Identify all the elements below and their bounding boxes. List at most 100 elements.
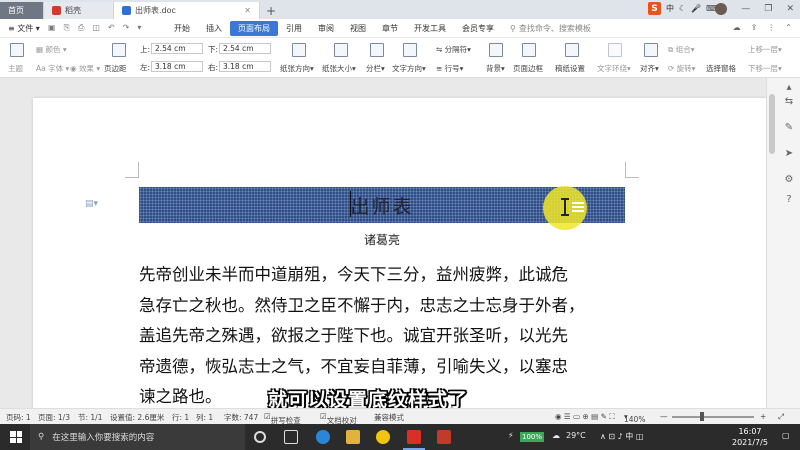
bottom-margin-input[interactable]: 2.54 cm (219, 43, 271, 54)
text-direction-button[interactable]: 文字方向▾ (392, 63, 426, 74)
paper-size-icon[interactable] (334, 43, 348, 57)
wps-icon[interactable] (407, 430, 421, 444)
moon-icon[interactable]: ☾ (679, 4, 686, 13)
vertical-scrollbar[interactable] (769, 94, 775, 154)
selection-pane-button[interactable]: 选择窗格 (706, 63, 736, 74)
status-col[interactable]: 列: 1 (196, 412, 213, 423)
theme-icon[interactable] (10, 43, 24, 57)
edge-icon[interactable] (316, 430, 330, 444)
minimize-icon[interactable]: — (741, 4, 750, 14)
taskbar-clock[interactable]: 16:07 2021/7/5 (732, 426, 768, 448)
send-backward-button[interactable]: 下移一层▾ (748, 63, 782, 74)
bring-forward-button[interactable]: 上移一层▾ (748, 44, 782, 55)
taskbar-search[interactable]: ⚲ 在这里输入你要搜索的内容 (30, 424, 245, 450)
group-button[interactable]: ⧉ 组合▾ (668, 44, 695, 55)
notifications-icon[interactable]: ▢ (782, 431, 790, 440)
effects-button[interactable]: ◉ 效果 ▾ (70, 63, 100, 74)
zoom-level[interactable]: 140% ▾ (624, 412, 645, 424)
menu-review[interactable]: 审阅 (310, 21, 342, 36)
menu-insert[interactable]: 插入 (198, 21, 230, 36)
line-numbers-button[interactable]: ≡ 行号▾ (436, 63, 463, 74)
body-line[interactable]: 帝遗德，恢弘志士之气，不宜妄自菲薄，引喻失义，以塞忠 (139, 352, 639, 383)
command-search[interactable]: ⚲ 查找命令、搜索模板 (510, 23, 591, 34)
restore-icon[interactable]: ❐ (764, 4, 772, 14)
document-author[interactable]: 诸葛亮 (139, 231, 625, 248)
cloud-icon[interactable]: ☁ (733, 23, 741, 32)
status-word-count[interactable]: 字数: 747 (224, 412, 258, 423)
text-wrap-icon[interactable] (608, 43, 622, 57)
tray-icons[interactable]: ∧ ⊡ ♪ 中 ◫ (600, 431, 643, 442)
right-margin-input[interactable]: 3.18 cm (219, 61, 271, 72)
avatar[interactable] (715, 3, 728, 15)
share-icon[interactable]: ⇪ (751, 23, 758, 32)
scroll-up-icon[interactable]: ▴ (783, 82, 795, 94)
app-icon[interactable] (376, 430, 390, 444)
properties-icon[interactable]: ⚙ (783, 174, 795, 186)
theme-button[interactable]: 主题 (8, 63, 23, 74)
orientation-button[interactable]: 纸张方向▾ (280, 63, 314, 74)
margins-button[interactable]: 页边距 (104, 63, 127, 74)
fit-page-icon[interactable]: ⤢ (778, 412, 784, 422)
columns-icon[interactable] (370, 43, 384, 57)
zoom-in-icon[interactable]: + (760, 412, 766, 421)
status-row[interactable]: 行: 1 (172, 412, 189, 423)
manuscript-icon[interactable] (565, 43, 579, 57)
paper-size-button[interactable]: 纸张大小▾ (322, 63, 356, 74)
columns-button[interactable]: 分栏▾ (366, 63, 385, 74)
close-tab-icon[interactable]: ✕ (244, 6, 251, 15)
body-line[interactable]: 先帝创业未半而中道崩殂，今天下三分，益州疲弊，此诚危 (139, 260, 639, 291)
left-margin-input[interactable]: 3.18 cm (151, 61, 203, 72)
view-modes[interactable]: ◉ ☰ ▭ ⊕ ▤ ✎ ⛶ (555, 412, 615, 422)
rotate-button[interactable]: ⟳ 旋转▾ (668, 63, 695, 74)
align-button[interactable]: 对齐▾ (640, 63, 659, 74)
tab-document[interactable]: 出师表.doc ✕ (114, 2, 260, 19)
more-icon[interactable]: ▾ (137, 23, 141, 33)
zoom-slider[interactable] (672, 416, 754, 418)
status-section[interactable]: 节: 1/1 (78, 412, 102, 423)
orientation-icon[interactable] (292, 43, 306, 57)
background-icon[interactable] (489, 43, 503, 57)
menu-view[interactable]: 视图 (342, 21, 374, 36)
page-border-button[interactable]: 页面边框 (513, 63, 543, 74)
wps-office-icon[interactable] (437, 430, 451, 444)
cursor-icon[interactable]: ➤ (783, 148, 795, 160)
file-menu[interactable]: ≡ 文件 ▾ (8, 23, 48, 34)
text-wrap-button[interactable]: 文字环绕▾ (597, 63, 631, 74)
margins-icon[interactable] (112, 43, 126, 57)
menu-start[interactable]: 开始 (166, 21, 198, 36)
help-icon[interactable]: ? (783, 194, 795, 206)
colors-button[interactable]: ▦ 颜色 ▾ (36, 44, 67, 55)
document-page[interactable]: ▤▾ 出师表 诸葛亮 先帝创业未半而中道崩殂，今天下三分，益州疲弊，此诚危 急存… (33, 98, 766, 408)
status-pages[interactable]: 页面: 1/3 (38, 412, 70, 423)
undo-icon[interactable]: ↶ (108, 23, 115, 33)
paragraph-mark-icon[interactable]: ▤▾ (85, 199, 98, 209)
align-icon[interactable] (644, 43, 658, 57)
more-options-icon[interactable]: ⋮ (767, 23, 775, 32)
cortana-icon[interactable] (254, 431, 266, 443)
document-area[interactable]: ▤▾ 出师表 诸葛亮 先帝创业未半而中道崩殂，今天下三分，益州疲弊，此诚危 急存… (0, 78, 766, 408)
export-icon[interactable]: ⎘ (64, 23, 70, 33)
sogou-logo-icon[interactable]: S (648, 2, 661, 15)
breaks-button[interactable]: ⇋ 分隔符▾ (436, 44, 471, 55)
manuscript-button[interactable]: 稿纸设置 (555, 63, 585, 74)
weather-icon[interactable]: ☁ (552, 431, 560, 440)
menu-page-layout[interactable]: 页面布局 (230, 20, 278, 36)
collapse-ribbon-icon[interactable]: ⌃ (785, 23, 792, 32)
power-icon[interactable]: ⚡ (508, 431, 514, 440)
battery-indicator[interactable]: 100% (520, 432, 544, 442)
menu-references[interactable]: 引用 (278, 21, 310, 36)
tab-home[interactable]: 首页 (0, 2, 44, 19)
doc-check-button[interactable]: ☑ 文档校对 (320, 412, 357, 425)
print-icon[interactable]: ⎙ (78, 23, 84, 33)
file-explorer-icon[interactable] (346, 430, 360, 444)
menu-chapter[interactable]: 章节 (374, 21, 406, 36)
pen-icon[interactable]: ✎ (783, 122, 795, 134)
zoom-out-icon[interactable]: — (660, 412, 668, 421)
weather-temp[interactable]: 29°C (566, 431, 586, 440)
tab-daoke[interactable]: 稻壳 (44, 2, 114, 19)
body-line[interactable]: 盖追先帝之殊遇，欲报之于陛下也。诚宜开张圣听，以光先 (139, 321, 639, 352)
redo-icon[interactable]: ↷ (123, 23, 130, 33)
windows-start-icon[interactable] (10, 431, 22, 443)
status-page-number[interactable]: 页码: 1 (6, 412, 31, 423)
status-position[interactable]: 设置值: 2.6厘米 (110, 412, 164, 423)
